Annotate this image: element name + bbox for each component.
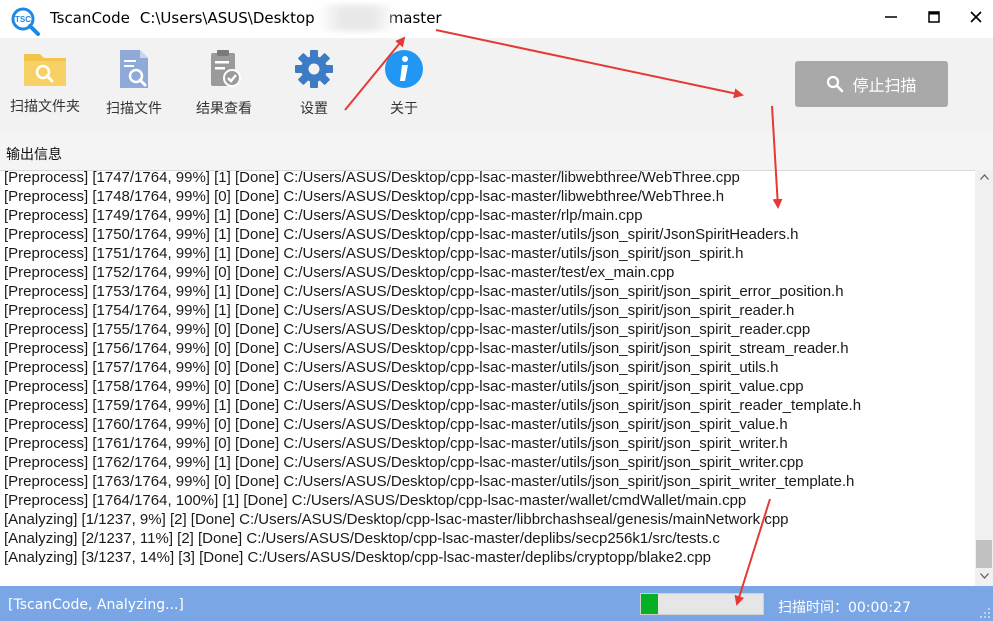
info-icon: [385, 50, 423, 88]
log-line: [Analyzing] [2/1237, 11%] [2] [Done] C:/…: [4, 530, 720, 547]
log-line: [Preprocess] [1759/1764, 99%] [1] [Done]…: [4, 397, 862, 414]
scan-file-button[interactable]: 扫描文件: [89, 48, 179, 118]
title-bar: TSC TscanCode C:\Users\ASUS\Desktop master: [0, 0, 993, 38]
log-line: [Preprocess] [1750/1764, 99%] [1] [Done]…: [4, 226, 799, 243]
scan-folder-label: 扫描文件夹: [10, 99, 80, 115]
progress-bar: [640, 593, 764, 615]
maximize-icon: [928, 11, 940, 23]
log-line: [Preprocess] [1758/1764, 99%] [0] [Done]…: [4, 378, 804, 395]
svg-text:TSC: TSC: [15, 15, 31, 24]
about-label: 关于: [390, 101, 418, 117]
log-line: [Analyzing] [3/1237, 14%] [3] [Done] C:/…: [4, 549, 712, 566]
log-line: [Preprocess] [1753/1764, 99%] [1] [Done]…: [4, 283, 844, 300]
clipboard-check-icon: [211, 50, 241, 87]
redaction-blur: [318, 5, 396, 31]
scan-file-label: 扫描文件: [106, 101, 162, 117]
log-line: [Preprocess] [1749/1764, 99%] [1] [Done]…: [4, 207, 643, 224]
scan-time: 扫描时间：00:00:27: [778, 600, 911, 616]
maximize-button[interactable]: [920, 6, 948, 30]
title-path-prefix: C:\Users\ASUS\Desktop: [139, 9, 315, 27]
log-line: [Preprocess] [1748/1764, 99%] [0] [Done]…: [4, 188, 725, 205]
settings-button[interactable]: 设置: [269, 48, 359, 118]
vertical-scrollbar[interactable]: [975, 170, 993, 586]
close-button[interactable]: [962, 6, 990, 30]
log-line: [Preprocess] [1760/1764, 99%] [0] [Done]…: [4, 416, 788, 433]
folder-search-icon: [24, 54, 66, 86]
log-line: [Preprocess] [1764/1764, 100%] [1] [Done…: [4, 492, 747, 509]
title-path-suffix: master: [388, 9, 442, 27]
app-name: TscanCode: [50, 9, 130, 27]
log-line: [Preprocess] [1754/1764, 99%] [1] [Done]…: [4, 302, 795, 319]
status-bar: [TscanCode, Analyzing...] 扫描时间：00:00:27: [0, 586, 993, 621]
output-log[interactable]: [Preprocess] [1747/1764, 99%] [1] [Done]…: [0, 170, 975, 587]
toolbar: 扫描文件夹 扫描文件 结果查看 设置 关于 停止扫描: [0, 38, 993, 130]
close-icon: [970, 11, 982, 23]
status-text: [TscanCode, Analyzing...]: [8, 597, 184, 613]
scroll-down-button[interactable]: [975, 569, 993, 586]
tscancode-logo-icon: TSC: [11, 7, 40, 36]
progress-fill: [641, 594, 659, 614]
log-line: [Preprocess] [1761/1764, 99%] [0] [Done]…: [4, 435, 788, 452]
scroll-up-button[interactable]: [975, 170, 993, 187]
log-line: [Preprocess] [1757/1764, 99%] [0] [Done]…: [4, 359, 779, 376]
log-line: [Preprocess] [1755/1764, 99%] [0] [Done]…: [4, 321, 811, 338]
scroll-thumb[interactable]: [976, 540, 992, 568]
view-results-button[interactable]: 结果查看: [179, 48, 269, 118]
log-line: [Preprocess] [1763/1764, 99%] [0] [Done]…: [4, 473, 855, 490]
resize-grip-icon[interactable]: [979, 607, 991, 619]
search-icon: [827, 75, 844, 93]
chevron-down-icon: [979, 573, 989, 579]
stop-scan-label: 停止扫描: [852, 76, 917, 95]
output-title: 输出信息: [6, 147, 62, 163]
output-header: 输出信息: [0, 130, 993, 170]
scan-folder-button[interactable]: 扫描文件夹: [0, 48, 90, 116]
log-line: [Preprocess] [1752/1764, 99%] [0] [Done]…: [4, 264, 675, 281]
settings-label: 设置: [300, 101, 328, 117]
view-results-label: 结果查看: [196, 101, 252, 117]
log-line: [Preprocess] [1756/1764, 99%] [0] [Done]…: [4, 340, 849, 357]
minimize-button[interactable]: [877, 6, 905, 30]
gear-icon: [295, 50, 333, 88]
file-search-icon: [120, 50, 148, 88]
minimize-icon: [885, 16, 897, 18]
log-line: [Analyzing] [1/1237, 9%] [2] [Done] C:/U…: [4, 511, 789, 528]
chevron-up-icon: [979, 174, 989, 180]
stop-scan-button[interactable]: 停止扫描: [795, 61, 948, 107]
log-line: [Preprocess] [1747/1764, 99%] [1] [Done]…: [4, 170, 740, 186]
about-button[interactable]: 关于: [359, 48, 449, 118]
log-line: [Preprocess] [1762/1764, 99%] [1] [Done]…: [4, 454, 804, 471]
log-line: [Preprocess] [1751/1764, 99%] [1] [Done]…: [4, 245, 744, 262]
